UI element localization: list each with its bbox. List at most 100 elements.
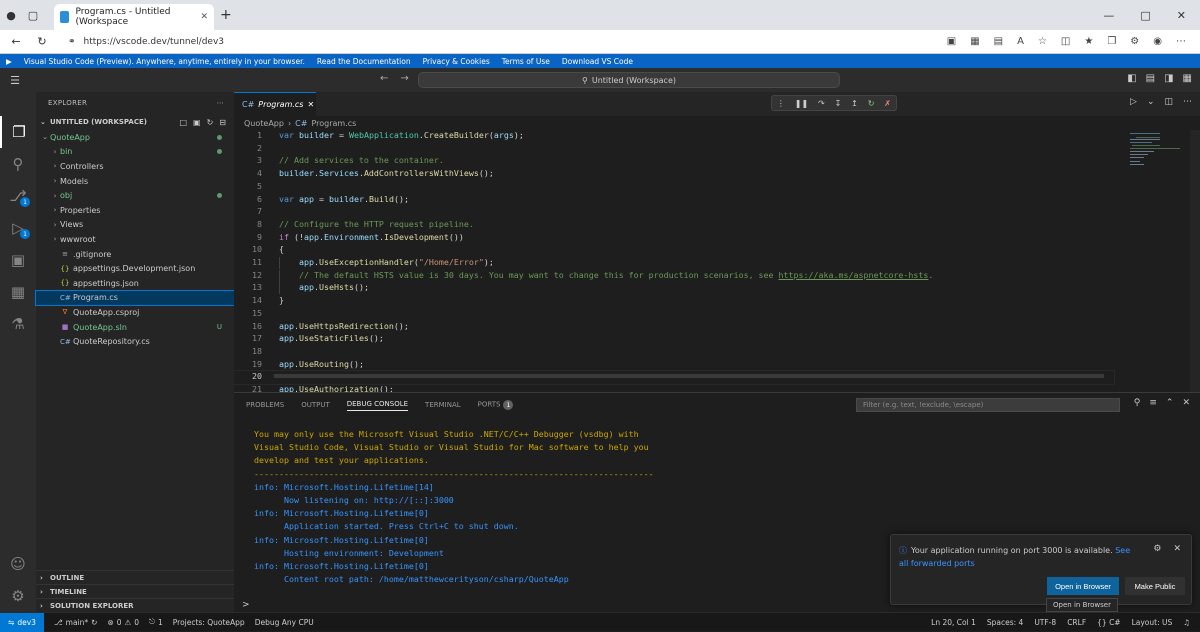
editor-scrollbar[interactable] <box>1190 130 1200 392</box>
tree-item[interactable]: ∇ QuoteApp.csproj <box>36 305 234 320</box>
explorer-icon[interactable]: ❐ <box>0 116 36 148</box>
extensions-icon[interactable]: ⚙ <box>1130 36 1139 47</box>
toggle-sidebar-icon[interactable]: ◧ <box>1127 73 1136 84</box>
refresh-icon[interactable]: ↻ <box>34 35 50 48</box>
breadcrumb-folder[interactable]: QuoteApp <box>244 119 284 128</box>
tree-item[interactable]: › Controllers <box>36 159 234 174</box>
split-editor-icon[interactable]: ◫ <box>1164 97 1173 107</box>
config-status[interactable]: Debug Any CPU <box>255 618 314 627</box>
collapse-all-icon[interactable]: ⊟ <box>219 118 226 127</box>
tree-item[interactable]: › obj <box>36 188 234 203</box>
clipboard-icon[interactable]: ▦ <box>970 36 979 47</box>
source-control-icon[interactable]: ⎇ 1 <box>0 180 36 212</box>
close-icon[interactable]: ✕ <box>307 100 314 109</box>
docs-link[interactable]: Read the Documentation <box>317 57 411 66</box>
close-window-icon[interactable]: ✕ <box>1177 9 1186 22</box>
tree-item[interactable]: ≡ .gitignore <box>36 247 234 262</box>
make-public-button[interactable]: Make Public <box>1125 577 1185 595</box>
terms-link[interactable]: Terms of Use <box>502 57 550 66</box>
accounts-icon[interactable]: ☺ <box>0 548 36 580</box>
tree-item[interactable]: ■ QuoteApp.sln U <box>36 320 234 335</box>
tree-item[interactable]: › Properties <box>36 203 234 218</box>
extensions-view-icon[interactable]: ▦ <box>0 276 36 308</box>
chevron-down-icon[interactable]: ⌄ <box>1147 97 1155 107</box>
address-bar[interactable]: ⚭ https://vscode.dev/tunnel/dev3 <box>68 33 828 51</box>
tab-output[interactable]: OUTPUT <box>301 401 330 409</box>
ports-status[interactable]: ⎋ 1 <box>149 617 163 627</box>
tab-program-cs[interactable]: C# Program.cs ✕ <box>234 92 316 116</box>
clear-console-icon[interactable]: ≡ <box>1149 398 1157 408</box>
nav-back-icon[interactable]: ← <box>380 73 388 84</box>
step-over-icon[interactable]: ↷ <box>818 99 825 108</box>
new-tab-button[interactable]: + <box>220 7 232 23</box>
more-icon[interactable]: ⋯ <box>1183 97 1192 107</box>
branch-status[interactable]: ⎇ main* ↻ <box>54 618 97 627</box>
customize-layout-icon[interactable]: ▦ <box>1183 73 1192 84</box>
lock-icon[interactable]: ⚭ <box>68 37 76 47</box>
notifications-bell-icon[interactable]: ♫ <box>1183 618 1190 627</box>
disconnect-icon[interactable]: ✗ <box>884 99 891 108</box>
nav-forward-icon[interactable]: → <box>400 73 408 84</box>
code-editor[interactable]: 1 var builder = WebApplication. CreateBuil… <box>234 130 1200 392</box>
split-screen-icon[interactable]: ◫ <box>1061 36 1070 47</box>
back-icon[interactable]: ← <box>8 35 24 48</box>
copilot-icon[interactable]: ◉ <box>1153 36 1162 47</box>
timeline-section[interactable]: › TIMELINE <box>36 584 234 598</box>
testing-icon[interactable]: ⚗ <box>0 308 36 340</box>
workspace-header[interactable]: ⌄ UNTITLED (WORKSPACE) □ ▣ ↻ ⊟ <box>36 114 234 130</box>
horizontal-scrollbar[interactable] <box>274 374 1104 378</box>
reader-icon[interactable]: ▤ <box>994 36 1003 47</box>
encoding[interactable]: UTF-8 <box>1034 618 1056 627</box>
tree-item[interactable]: ⌄ QuoteApp <box>36 130 234 145</box>
minimap[interactable] <box>1110 130 1200 392</box>
run-icon[interactable]: ▷ <box>1130 97 1137 107</box>
favorite-star-icon[interactable]: ☆ <box>1038 36 1047 47</box>
remote-indicator[interactable]: ⇋ dev3 <box>0 612 44 632</box>
manage-gear-icon[interactable]: ⚙ <box>0 580 36 612</box>
tab-problems[interactable]: PROBLEMS <box>246 401 284 409</box>
more-actions-icon[interactable]: ⋯ <box>217 99 224 107</box>
more-icon[interactable]: ⋯ <box>1176 36 1186 47</box>
console-prompt[interactable]: > <box>242 600 250 610</box>
step-into-icon[interactable]: ↧ <box>835 99 842 108</box>
remote-explorer-icon[interactable]: ▣ <box>0 244 36 276</box>
command-center[interactable]: ⚲ Untitled (Workspace) <box>418 72 840 88</box>
new-file-icon[interactable]: □ <box>179 118 187 127</box>
line-ending[interactable]: CRLF <box>1067 618 1086 627</box>
refresh-explorer-icon[interactable]: ↻ <box>207 118 214 127</box>
favorites-icon[interactable]: ★ <box>1084 36 1093 47</box>
run-debug-icon[interactable]: ▷ 1 <box>0 212 36 244</box>
project-status[interactable]: Projects: QuoteApp <box>173 618 245 627</box>
close-tab-icon[interactable]: ✕ <box>200 12 208 22</box>
console-filter-input[interactable]: Filter (e.g. text, !exclude, \escape) <box>856 398 1120 412</box>
indentation[interactable]: Spaces: 4 <box>987 618 1023 627</box>
close-panel-icon[interactable]: ✕ <box>1182 398 1190 408</box>
search-view-icon[interactable]: ⚲ <box>0 148 36 180</box>
new-folder-icon[interactable]: ▣ <box>193 118 201 127</box>
tab-actions-icon[interactable]: ▢ <box>22 4 44 26</box>
tree-item[interactable]: › Views <box>36 218 234 233</box>
language-mode[interactable]: {} C# <box>1097 618 1120 627</box>
menu-icon[interactable]: ☰ <box>0 74 30 87</box>
minimize-icon[interactable]: — <box>1103 9 1114 22</box>
step-out-icon[interactable]: ↥ <box>851 99 858 108</box>
collections-icon[interactable]: ❐ <box>1107 36 1116 47</box>
maximize-icon[interactable]: □ <box>1140 9 1150 22</box>
read-aloud-icon[interactable]: A <box>1017 36 1024 47</box>
privacy-link[interactable]: Privacy & Cookies <box>423 57 490 66</box>
cursor-position[interactable]: Ln 20, Col 1 <box>931 618 976 627</box>
toggle-panel-icon[interactable]: ▤ <box>1146 73 1155 84</box>
profile-icon[interactable]: ● <box>0 4 22 26</box>
download-link[interactable]: Download VS Code <box>562 57 633 66</box>
tab-terminal[interactable]: TERMINAL <box>425 401 461 409</box>
outline-section[interactable]: › OUTLINE <box>36 570 234 584</box>
tab-ports[interactable]: PORTS 1 <box>478 400 514 410</box>
tree-item[interactable]: › wwwroot <box>36 232 234 247</box>
gear-icon[interactable]: ⚙ <box>1153 544 1161 554</box>
tree-item[interactable]: {} appsettings.json <box>36 276 234 291</box>
open-in-browser-button[interactable]: Open in Browser <box>1047 577 1119 595</box>
keyboard-layout[interactable]: Layout: US <box>1132 618 1173 627</box>
browser-tab[interactable]: Program.cs - Untitled (Workspace ✕ <box>54 4 214 30</box>
tree-item[interactable]: C# Program.cs <box>35 289 235 307</box>
solution-explorer-section[interactable]: › SOLUTION EXPLORER <box>36 598 234 612</box>
